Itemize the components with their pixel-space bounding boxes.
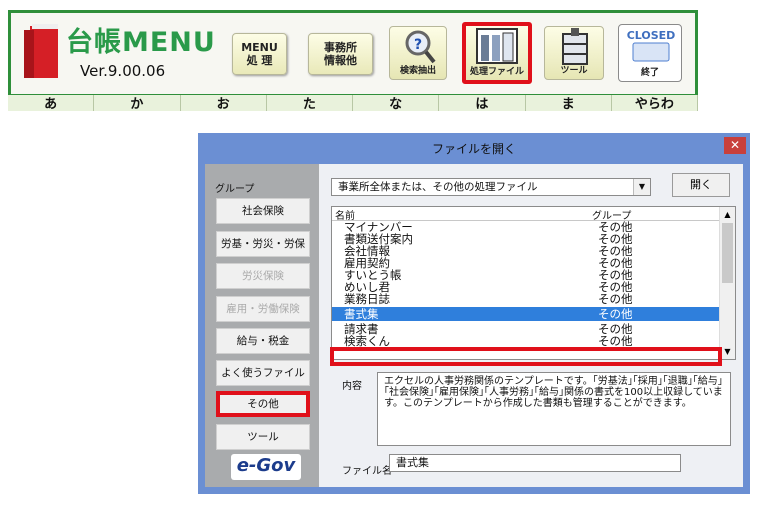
ledger-book-icon [24,24,58,78]
kana-tab[interactable]: やらわ [612,95,698,111]
chevron-down-icon[interactable]: ▼ [633,179,650,195]
list-item[interactable]: めいし君 その他 [332,281,720,293]
list-item[interactable]: すいとう帳 その他 [332,269,720,281]
content-description: エクセルの人事労務関係のテンプレートです。｢労基法｣｢採用｣｢退職｣｢給与｣｢社… [377,372,731,446]
group-button-workers-comp: 労災保険 [216,263,310,289]
kana-tab[interactable]: か [94,95,181,111]
kana-tab[interactable]: た [267,95,353,111]
svg-text:?: ? [414,37,422,53]
magnifier-icon: ? [405,30,436,64]
group-label: グループ [215,184,255,195]
list-item[interactable]: 業務日誌 その他 [332,293,720,305]
list-item[interactable]: 検索くん その他 [332,335,720,347]
file-list-rows: マイナンバー その他 書類送付案内 その他 会社情報 その他 雇用契約 その他 すいとう… [332,221,720,347]
group-button-frequent-files[interactable]: よく使うファイル [216,360,310,386]
filename-field[interactable]: 書式集 [389,454,681,472]
process-file-button[interactable]: 処理ファイル [462,22,532,84]
content-label: 内容 [342,381,362,392]
scroll-down-icon[interactable]: ▼ [720,344,735,359]
group-pane: グループ 社会保険 労基・労災・労保 労災保険 雇用・労働保険 給与・税金 よく… [205,164,319,487]
item-group: その他 [598,334,633,348]
app-title: 台帳MENU [66,27,216,58]
process-file-label: 処理ファイル [469,67,524,77]
egov-link[interactable]: e-Gov [231,454,301,480]
kana-tab[interactable]: は [439,95,526,111]
closed-sign-icon: CLOSED [627,29,676,62]
dialog-close-button[interactable]: ✕ [724,137,746,154]
file-category-value: 事業所全体または、その他の処理ファイル [338,181,538,193]
kana-tab[interactable]: な [353,95,440,111]
list-item[interactable]: 書類送付案内 その他 [332,233,720,245]
group-button-other[interactable]: その他 [216,391,310,417]
exit-label: 終了 [640,68,659,78]
search-extract-label: 検索抽出 [399,66,436,76]
item-name: 書式集 [344,307,379,321]
kana-index-row: あ か お た な は ま やらわ [8,94,698,111]
dialog-body: グループ 社会保険 労基・労災・労保 労災保険 雇用・労働保険 給与・税金 よく… [205,164,743,487]
tool-label: ツール [560,66,588,76]
list-scrollbar[interactable]: ▲ ▼ [719,207,735,359]
kana-tab[interactable]: お [181,95,267,111]
closed-sign-text: CLOSED [627,29,676,42]
list-item[interactable]: 請求書 その他 [332,323,720,335]
file-open-dialog: ファイルを開く ✕ グループ 社会保険 労基・労災・労保 労災保険 雇用・労働保… [198,133,750,494]
scroll-thumb[interactable] [722,223,733,283]
tool-cabinet-icon [562,28,588,65]
filename-label: ファイル名 [342,466,392,477]
scroll-up-icon[interactable]: ▲ [720,207,735,222]
dialog-title: ファイルを開く [431,142,516,156]
egov-logo: e-Gov [236,455,296,476]
group-button-tools[interactable]: ツール [216,424,310,450]
item-group: その他 [598,307,633,321]
open-button[interactable]: 開く [672,173,730,197]
group-button-salary-tax[interactable]: 給与・税金 [216,328,310,354]
list-item[interactable]: 会社情報 その他 [332,245,720,257]
selection-highlight-frame [330,347,722,366]
group-button-labor[interactable]: 労基・労災・労保 [216,231,310,257]
group-button-employment-insurance: 雇用・労働保険 [216,296,310,322]
menu-process-button[interactable]: MENU 処 理 [232,33,287,75]
search-extract-button[interactable]: ? 検索抽出 [389,26,447,80]
item-group: その他 [598,292,633,306]
office-info-button[interactable]: 事務所 情報他 [308,33,373,75]
tool-button[interactable]: ツール [544,26,604,80]
file-list[interactable]: 名前 グループ マイナンバー その他 書類送付案内 その他 会社情報 その他 雇用契約… [331,206,736,360]
file-cabinet-icon [476,28,518,64]
file-list-header: 名前 グループ [332,207,720,222]
app-version: Ver.9.00.06 [80,62,166,80]
kana-tab[interactable]: ま [526,95,612,111]
group-button-social-insurance[interactable]: 社会保険 [216,198,310,224]
list-item-selected[interactable]: 書式集 その他 [332,307,720,321]
exit-button[interactable]: CLOSED 終了 [618,24,682,82]
item-name: 検索くん [344,334,390,348]
item-name: 業務日誌 [344,292,390,306]
kana-tab[interactable]: あ [8,95,95,111]
file-category-select[interactable]: 事業所全体または、その他の処理ファイル ▼ [331,178,651,196]
